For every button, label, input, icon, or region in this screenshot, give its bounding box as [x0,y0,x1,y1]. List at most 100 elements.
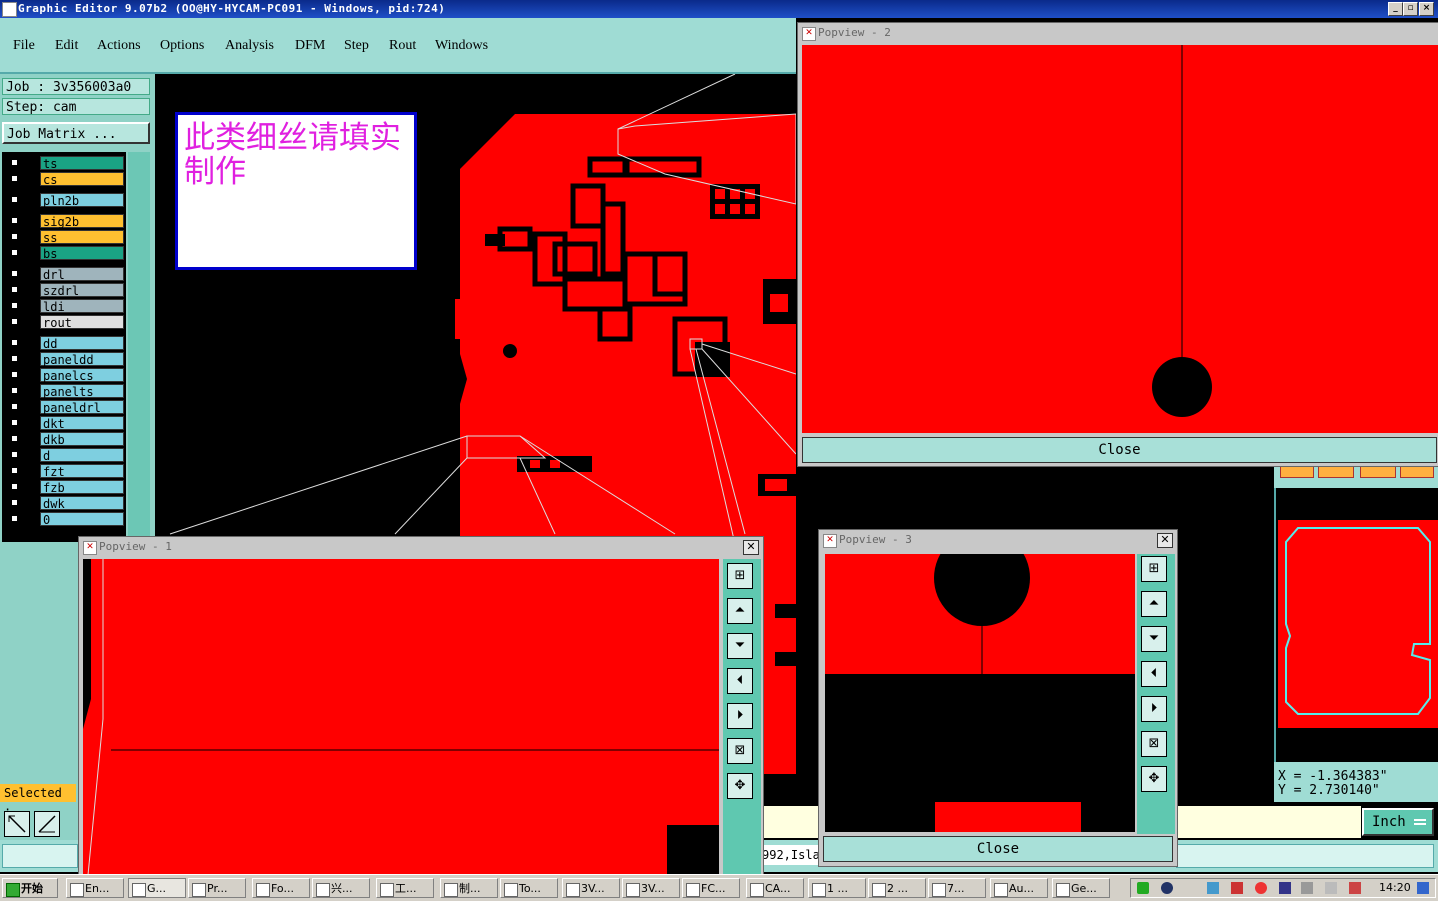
layer-row[interactable]: drl [6,267,124,282]
popview-1-close-icon[interactable]: ✕ [743,540,759,555]
menu-dfm[interactable]: DFM [295,38,325,54]
pan-left-icon[interactable]: ⏴ [727,668,753,694]
layer-row[interactable]: panelts [6,384,124,399]
layer-row[interactable]: rout [6,315,124,330]
layer-checkbox[interactable] [10,301,19,310]
tray-icon-d[interactable] [1301,882,1313,894]
layer-row[interactable]: paneldd [6,352,124,367]
menu-options[interactable]: Options [160,38,204,54]
pan-up-icon[interactable]: ⏶ [727,598,753,624]
tray-icon-a[interactable] [1231,882,1243,894]
layer-row[interactable]: dkt [6,416,124,431]
taskbar-item[interactable]: CA... [746,878,804,898]
close-window-button[interactable]: × [1419,2,1434,16]
layer-checkbox[interactable] [10,354,19,363]
zoom-out-icon[interactable]: ⊠ [1141,731,1167,757]
layer-checkbox[interactable] [10,269,19,278]
layer-checkbox[interactable] [10,370,19,379]
zoom-in-icon[interactable]: ⊞ [727,563,753,589]
layer-checkbox[interactable] [10,317,19,326]
pan-down-icon[interactable]: ⏷ [727,633,753,659]
menu-windows[interactable]: Windows [435,38,488,54]
layer-row[interactable]: ldi [6,299,124,314]
layer-scrollbar[interactable] [128,152,150,542]
pan-left-icon[interactable]: ⏴ [1141,661,1167,687]
zoom-in-icon[interactable]: ⊞ [1141,556,1167,582]
show-desktop-icon[interactable] [1417,882,1429,894]
taskbar-item[interactable]: G... [128,878,186,898]
layer-row[interactable]: ss [6,230,124,245]
layer-row[interactable]: bs [6,246,124,261]
taskbar-item[interactable]: 制... [440,878,498,898]
tray-icon-b[interactable] [1255,882,1267,894]
zoom-home-icon[interactable]: ✥ [1141,766,1167,792]
pan-right-icon[interactable]: ⏵ [727,703,753,729]
menu-rout[interactable]: Rout [389,38,416,54]
layer-row[interactable]: pln2b [6,193,124,208]
menu-file[interactable]: File [13,38,35,54]
taskbar-item[interactable]: 兴... [312,878,370,898]
taskbar-item[interactable]: Fo... [252,878,310,898]
layer-row[interactable]: d [6,448,124,463]
layer-row[interactable]: dwk [6,496,124,511]
pan-down-icon[interactable]: ⏷ [1141,626,1167,652]
layer-checkbox[interactable] [10,195,19,204]
layer-row[interactable]: dkb [6,432,124,447]
layer-row[interactable]: 0 [6,512,124,527]
layer-row[interactable]: szdrl [6,283,124,298]
pan-up-icon[interactable]: ⏶ [1141,591,1167,617]
layer-row[interactable]: dd [6,336,124,351]
layer-checkbox[interactable] [10,232,19,241]
layer-row[interactable]: cs [6,172,124,187]
popview-3-close-icon[interactable]: ✕ [1157,533,1173,548]
start-button[interactable]: 开始 [2,878,58,898]
menu-step[interactable]: Step [344,38,369,54]
layer-row[interactable]: panelcs [6,368,124,383]
layer-checkbox[interactable] [10,386,19,395]
layer-checkbox[interactable] [10,450,19,459]
layer-checkbox[interactable] [10,514,19,523]
layer-checkbox[interactable] [10,158,19,167]
taskbar-item[interactable]: 2 ... [868,878,926,898]
popview-2-canvas[interactable] [802,45,1438,433]
menu-edit[interactable]: Edit [55,38,78,54]
measure-icon[interactable] [34,811,60,837]
popview-3-canvas[interactable] [825,554,1135,832]
minimize-button[interactable]: _ [1388,2,1403,16]
layer-checkbox[interactable] [10,248,19,257]
help-icon[interactable] [1161,882,1173,894]
layer-row[interactable]: fzt [6,464,124,479]
pan-right-icon[interactable]: ⏵ [1141,696,1167,722]
zoom-fit-icon[interactable] [4,811,30,837]
tray-icon-c[interactable] [1279,882,1291,894]
network-icon[interactable] [1207,882,1219,894]
menu-actions[interactable]: Actions [97,38,141,54]
taskbar-item[interactable]: 7... [928,878,986,898]
layer-checkbox[interactable] [10,402,19,411]
volume-icon[interactable] [1325,882,1337,894]
taskbar-item[interactable]: FC... [682,878,740,898]
popview-3-close-button[interactable]: Close [823,836,1173,862]
layer-checkbox[interactable] [10,482,19,491]
taskbar-item[interactable]: To... [500,878,558,898]
tool-button-b[interactable] [1318,466,1354,478]
maximize-button[interactable]: ▫ [1403,2,1418,16]
taskbar-item[interactable]: 3V... [622,878,680,898]
tool-button-c[interactable] [1360,466,1396,478]
units-selector[interactable]: Inch [1362,808,1434,836]
layer-row[interactable]: fzb [6,480,124,495]
tool-button-d[interactable] [1400,466,1434,478]
taskbar-item[interactable]: Pr... [188,878,246,898]
taskbar-item[interactable]: 工... [376,878,434,898]
layer-checkbox[interactable] [10,434,19,443]
popview-1-canvas[interactable] [83,559,719,875]
layer-row[interactable]: ts [6,156,124,171]
tray-app-icon[interactable] [1137,882,1149,894]
menu-analysis[interactable]: Analysis [225,38,274,54]
layer-checkbox[interactable] [10,498,19,507]
layer-checkbox[interactable] [10,418,19,427]
layer-checkbox[interactable] [10,466,19,475]
overview-map[interactable] [1274,488,1438,762]
taskbar-item[interactable]: 3V... [562,878,620,898]
tool-button-a[interactable] [1280,466,1314,478]
